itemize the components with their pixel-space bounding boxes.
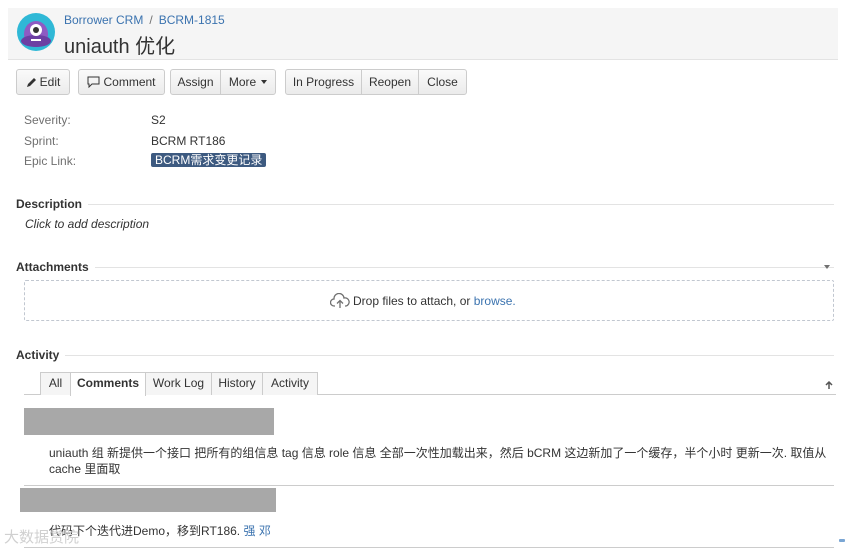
tab-work-log[interactable]: Work Log	[145, 372, 212, 395]
assign-button[interactable]: Assign	[170, 69, 221, 95]
tab-activity[interactable]: Activity	[262, 372, 318, 395]
tab-history[interactable]: History	[211, 372, 263, 395]
reopen-button-label: Reopen	[368, 75, 412, 89]
in-progress-button[interactable]: In Progress	[285, 69, 362, 95]
comment-divider	[24, 547, 834, 548]
more-button[interactable]: More	[220, 69, 276, 95]
project-avatar-icon[interactable]	[16, 12, 56, 52]
breadcrumb-separator: /	[149, 13, 153, 27]
redacted-comment-author	[24, 408, 274, 435]
issue-title[interactable]: uniauth 优化	[64, 30, 175, 59]
epic-link-label: Epic Link:	[24, 154, 77, 168]
comment-body: uniauth 组 新提供一个接口 把所有的组信息 tag 信息 role 信息…	[49, 446, 827, 476]
issue-header: Borrower CRM / BCRM-1815 uniauth 优化	[8, 8, 838, 60]
speech-bubble-icon	[87, 76, 100, 89]
comment-body: 代码下个迭代进Demo，移到RT186. 强 邓	[49, 523, 829, 539]
epic-link-lozenge[interactable]: BCRM需求变更记录	[151, 153, 267, 167]
comment-divider	[24, 485, 834, 486]
in-progress-button-label: In Progress	[292, 75, 355, 89]
tab-all[interactable]: All	[40, 372, 71, 395]
close-button-label: Close	[427, 75, 458, 89]
cloud-upload-icon	[330, 293, 350, 308]
breadcrumb: Borrower CRM / BCRM-1815	[64, 13, 225, 27]
browse-link[interactable]: browse.	[474, 294, 516, 308]
comment-button[interactable]: Comment	[78, 69, 165, 95]
description-heading[interactable]: Description	[16, 197, 89, 211]
more-button-label: More	[228, 75, 257, 89]
close-button[interactable]: Close	[418, 69, 467, 95]
edit-button[interactable]: Edit	[16, 69, 70, 95]
severity-label: Severity:	[24, 113, 71, 127]
severity-value[interactable]: S2	[151, 113, 166, 127]
activity-heading[interactable]: Activity	[16, 348, 66, 362]
pencil-icon	[26, 78, 36, 87]
breadcrumb-issue-link[interactable]: BCRM-1815	[159, 13, 225, 27]
activity-tabs: All Comments Work Log History Activity	[24, 372, 826, 396]
attachments-divider	[16, 267, 834, 268]
breadcrumb-project-link[interactable]: Borrower CRM	[64, 13, 143, 27]
reopen-button[interactable]: Reopen	[361, 69, 419, 95]
assign-button-label: Assign	[177, 75, 214, 89]
chevron-down-icon[interactable]	[824, 265, 830, 269]
description-placeholder[interactable]: Click to add description	[25, 217, 149, 231]
mention-link[interactable]: 强 邓	[244, 524, 271, 538]
chevron-down-icon	[261, 80, 268, 84]
dropzone-instruction: Drop files to attach, or	[353, 294, 471, 308]
comment-button-label: Comment	[103, 75, 156, 89]
sprint-label: Sprint:	[24, 134, 59, 148]
tab-comments[interactable]: Comments	[70, 372, 146, 396]
arrow-up-icon[interactable]	[824, 380, 834, 390]
activity-divider	[16, 355, 834, 356]
attachments-heading[interactable]: Attachments	[16, 260, 95, 274]
attachment-dropzone[interactable]: Drop files to attach, or browse.	[24, 280, 834, 321]
dropzone-text: Drop files to attach, or browse.	[353, 294, 516, 308]
redacted-comment-author	[20, 488, 276, 512]
sprint-value[interactable]: BCRM RT186	[151, 134, 225, 148]
description-divider	[16, 204, 834, 205]
corner-indicator	[839, 539, 845, 542]
edit-button-label: Edit	[39, 75, 61, 89]
watermark: 大数据赏院	[4, 529, 80, 546]
